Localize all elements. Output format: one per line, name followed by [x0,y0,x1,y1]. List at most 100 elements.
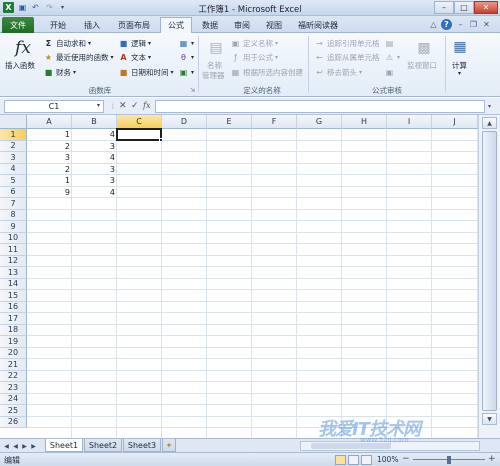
enter-icon[interactable]: ✓ [131,101,139,111]
tab-file[interactable]: 文件 [2,17,34,33]
row-header-12[interactable]: 12 [0,255,27,267]
watch-window-icon[interactable]: ▩ [414,38,434,58]
row-header-26[interactable]: 26 [0,416,27,428]
trace-precedents-button[interactable]: → 追踪引用单元格 [314,38,379,49]
row-header-15[interactable]: 15 [0,290,27,302]
insert-function-button[interactable]: 插入函数 [5,60,35,71]
cell-a3[interactable]: 3 [27,152,72,164]
minimize-button[interactable]: – [434,1,454,14]
zoom-level[interactable]: 100% [377,455,398,464]
lookup-reference-button[interactable]: ▦ ▾ [178,38,194,49]
window-restore-icon[interactable]: ❐ [468,19,479,30]
row-header-1[interactable]: 1 [0,129,27,141]
name-manager-icon[interactable]: ▤ [206,38,226,58]
insert-function-icon[interactable]: fx [12,37,34,59]
tab-insert[interactable]: 插入 [77,17,107,33]
cell-a2[interactable]: 2 [27,141,72,153]
select-all-corner[interactable] [0,115,27,129]
tab-review[interactable]: 审阅 [228,17,256,33]
recent-functions-button[interactable]: ★ 最近使用的函数 ▾ [43,52,114,63]
define-name-button[interactable]: ▣ 定义名称 ▾ [230,38,278,49]
row-header-6[interactable]: 6 [0,186,27,198]
scroll-up-icon[interactable]: ▲ [482,117,497,129]
row-header-4[interactable]: 4 [0,163,27,175]
sheet-tab-sheet1[interactable]: Sheet1 [45,439,83,452]
page-layout-view-icon[interactable] [348,455,359,465]
row-header-8[interactable]: 8 [0,209,27,221]
sheet-tab-sheet2[interactable]: Sheet2 [84,439,122,452]
column-header-f[interactable]: F [252,115,297,129]
math-trig-button[interactable]: θ ▾ [178,52,194,63]
row-header-21[interactable]: 21 [0,359,27,371]
vertical-scrollbar[interactable]: ▲ ▼ [478,115,500,438]
first-sheet-icon[interactable]: ◀ [2,441,11,451]
tab-page-layout[interactable]: 页面布局 [110,17,158,33]
row-header-2[interactable]: 2 [0,140,27,152]
cell-b3[interactable]: 4 [72,152,117,164]
next-sheet-icon[interactable]: ▶ [20,441,29,451]
window-minimize-icon[interactable]: – [455,19,466,30]
maximize-button[interactable]: □ [454,1,474,14]
row-header-16[interactable]: 16 [0,301,27,313]
cancel-icon[interactable]: ✕ [119,101,127,111]
sheet-tab-sheet3[interactable]: Sheet3 [123,439,161,452]
row-header-24[interactable]: 24 [0,393,27,405]
row-header-20[interactable]: 20 [0,347,27,359]
insert-sheet-icon[interactable]: ✦ [162,439,176,452]
use-in-formula-button[interactable]: ƒ 用于公式 ▾ [230,52,278,63]
row-header-11[interactable]: 11 [0,244,27,256]
autosum-button[interactable]: Σ 自动求和 ▾ [43,38,91,49]
row-header-9[interactable]: 9 [0,221,27,233]
column-header-b[interactable]: B [72,115,117,129]
zoom-out-icon[interactable]: − [402,454,410,464]
normal-view-icon[interactable] [335,455,346,465]
prev-sheet-icon[interactable]: ◀ [11,441,20,451]
logical-button[interactable]: ■ 逻辑 ▾ [118,38,151,49]
last-sheet-icon[interactable]: ▶ [29,441,38,451]
page-break-view-icon[interactable] [361,455,372,465]
row-header-18[interactable]: 18 [0,324,27,336]
column-header-h[interactable]: H [342,115,387,129]
error-checking-button[interactable]: ⚠ ▾ [384,52,400,63]
expand-formula-bar-icon[interactable]: ▾ [488,103,491,110]
name-box[interactable]: C1 [4,100,104,113]
fill-handle[interactable] [159,137,163,142]
cell-b5[interactable]: 3 [72,175,117,187]
cell-b6[interactable]: 4 [72,187,117,199]
zoom-in-icon[interactable]: + [488,454,496,464]
active-cell-border[interactable] [116,128,162,141]
column-header-e[interactable]: E [207,115,252,129]
row-header-22[interactable]: 22 [0,370,27,382]
financial-button[interactable]: ■ 财务 ▾ [43,67,76,78]
cell-a1[interactable]: 1 [27,129,72,141]
text-button[interactable]: A 文本 ▾ [118,52,151,63]
column-header-a[interactable]: A [27,115,72,129]
cell-a6[interactable]: 9 [27,187,72,199]
zoom-slider-knob[interactable] [447,456,451,464]
trace-dependents-button[interactable]: ← 追踪从属单元格 [314,52,379,63]
name-box-dropdown-icon[interactable]: ▾ [97,102,100,109]
column-header-i[interactable]: I [387,115,432,129]
column-header-g[interactable]: G [297,115,342,129]
tab-view[interactable]: 视图 [260,17,288,33]
evaluate-formula-button[interactable]: ▣ [384,67,397,78]
column-header-j[interactable]: J [432,115,478,129]
insert-function-fx-icon[interactable]: fx [143,101,150,110]
tab-data[interactable]: 数据 [195,17,225,33]
row-header-10[interactable]: 10 [0,232,27,244]
row-header-13[interactable]: 13 [0,267,27,279]
minimize-ribbon-icon[interactable]: △ [428,19,439,30]
column-header-c[interactable]: C [117,115,162,129]
tab-foxit-reader[interactable]: 福昕阅读器 [292,17,344,33]
more-functions-button[interactable]: ▣ ▾ [178,67,194,78]
tab-formulas[interactable]: 公式 [160,17,192,33]
column-header-d[interactable]: D [162,115,207,129]
calculator-icon[interactable]: ▦ [452,37,468,57]
name-manager-label-2[interactable]: 管理器 [202,70,225,81]
row-header-5[interactable]: 5 [0,175,27,187]
row-header-25[interactable]: 25 [0,405,27,417]
vertical-scroll-thumb[interactable] [482,131,497,411]
cell-b1[interactable]: 4 [72,129,117,141]
cell-b2[interactable]: 3 [72,141,117,153]
tab-home[interactable]: 开始 [42,17,74,33]
